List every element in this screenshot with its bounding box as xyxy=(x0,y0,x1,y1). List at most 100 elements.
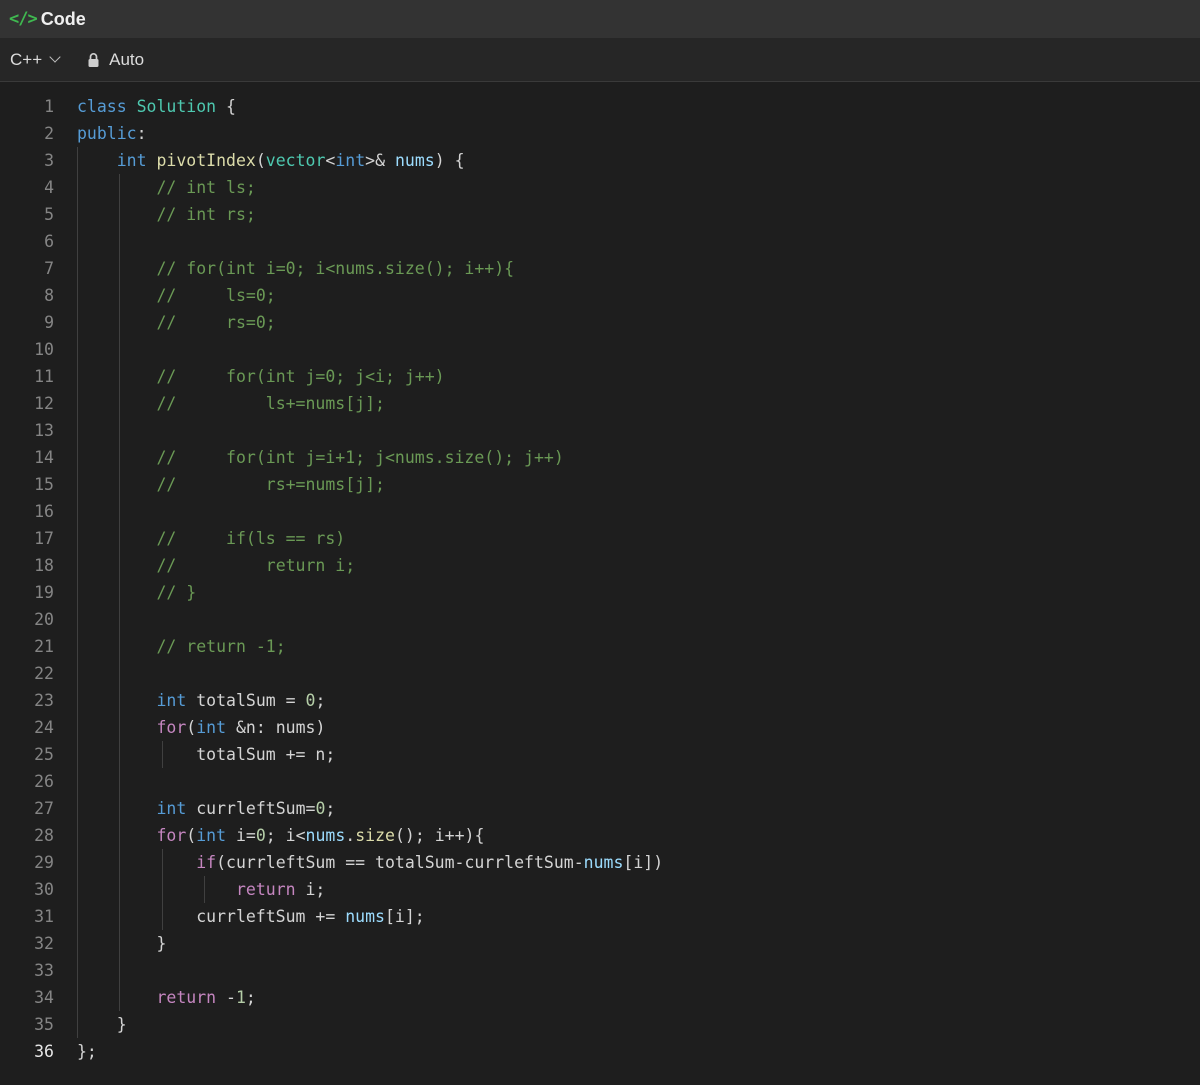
code-token: nums xyxy=(345,907,385,926)
code-line[interactable]: 17 // if(ls == rs) xyxy=(0,525,1200,552)
code-token: ) { xyxy=(434,151,465,170)
line-number: 19 xyxy=(34,583,54,602)
code-line[interactable]: 16 xyxy=(0,498,1200,525)
code-token: // } xyxy=(156,583,197,602)
code-line[interactable]: 8 // ls=0; xyxy=(0,282,1200,309)
code-line[interactable]: 29 if(currleftSum == totalSum-currleftSu… xyxy=(0,849,1200,876)
code-text: } xyxy=(77,930,166,957)
code-line[interactable]: 14 // for(int j=i+1; j<nums.size(); j++) xyxy=(0,444,1200,471)
code-text: public: xyxy=(77,120,147,147)
code-line[interactable]: 7 // for(int i=0; i<nums.size(); i++){ xyxy=(0,255,1200,282)
code-line[interactable]: 32 } xyxy=(0,930,1200,957)
code-line[interactable]: 21 // return -1; xyxy=(0,633,1200,660)
code-line[interactable]: 10 xyxy=(0,336,1200,363)
line-number: 30 xyxy=(34,880,54,899)
line-number: 14 xyxy=(34,448,54,467)
code-line[interactable]: 1 class Solution { xyxy=(0,93,1200,120)
code-line[interactable]: 26 xyxy=(0,768,1200,795)
line-number: 17 xyxy=(34,529,54,548)
code-token: currleftSum += xyxy=(77,907,346,926)
code-token: - xyxy=(216,988,236,1007)
code-token: 1 xyxy=(235,988,246,1007)
code-token: for xyxy=(156,826,187,845)
code-line[interactable]: 34 return -1; xyxy=(0,984,1200,1011)
code-line[interactable]: 33 xyxy=(0,957,1200,984)
code-line[interactable]: 13 xyxy=(0,417,1200,444)
code-text: // for(int j=0; j<i; j++) xyxy=(77,363,444,390)
code-token: [i]; xyxy=(384,907,425,926)
code-line[interactable]: 27 int currleftSum=0; xyxy=(0,795,1200,822)
code-token: class xyxy=(77,97,127,116)
code-line[interactable]: 9 // rs=0; xyxy=(0,309,1200,336)
code-text: // ls+=nums[j]; xyxy=(77,390,384,417)
code-line[interactable]: 6 xyxy=(0,228,1200,255)
code-token: (currleftSum == totalSum-currleftSum- xyxy=(216,853,584,872)
code-token: for xyxy=(156,718,187,737)
code-line[interactable]: 31 currleftSum += nums[i]; xyxy=(0,903,1200,930)
code-text: // return -1; xyxy=(77,633,285,660)
code-line[interactable]: 36}; xyxy=(0,1038,1200,1065)
code-token: vector xyxy=(265,151,326,170)
code-text: // rs+=nums[j]; xyxy=(77,471,384,498)
code-text: } xyxy=(77,1011,127,1038)
auto-mode-toggle[interactable]: Auto xyxy=(87,50,144,70)
code-token: // int rs; xyxy=(156,205,256,224)
code-token: ; xyxy=(245,988,256,1007)
code-line[interactable]: 35 } xyxy=(0,1011,1200,1038)
language-label: C++ xyxy=(10,49,43,69)
code-text: for(int &n: nums) xyxy=(77,714,325,741)
code-token: int xyxy=(156,799,187,818)
line-number: 26 xyxy=(34,772,54,791)
code-token: ( xyxy=(186,826,197,845)
code-line[interactable]: 15 // rs+=nums[j]; xyxy=(0,471,1200,498)
code-line[interactable]: 5 // int rs; xyxy=(0,201,1200,228)
line-number: 23 xyxy=(34,691,54,710)
code-line[interactable]: 11 // for(int j=0; j<i; j++) xyxy=(0,363,1200,390)
line-number: 29 xyxy=(34,853,54,872)
code-line[interactable]: 28 for(int i=0; i<nums.size(); i++){ xyxy=(0,822,1200,849)
code-line[interactable]: 25 totalSum += n; xyxy=(0,741,1200,768)
indent-guide xyxy=(161,849,163,930)
code-line[interactable]: 24 for(int &n: nums) xyxy=(0,714,1200,741)
code-token: ; i< xyxy=(265,826,306,845)
code-line[interactable]: 30 return i; xyxy=(0,876,1200,903)
code-token: // ls=0; xyxy=(156,286,276,305)
code-token: nums xyxy=(305,826,346,845)
code-line[interactable]: 2 public: xyxy=(0,120,1200,147)
code-token: int xyxy=(196,826,227,845)
code-text: totalSum += n; xyxy=(77,741,335,768)
code-line[interactable]: 20 xyxy=(0,606,1200,633)
code-text: for(int i=0; i<nums.size(); i++){ xyxy=(77,822,484,849)
code-text: currleftSum += nums[i]; xyxy=(77,903,425,930)
line-number: 7 xyxy=(44,259,54,278)
code-token: { xyxy=(216,97,236,116)
code-text: return -1; xyxy=(77,984,256,1011)
code-token: totalSum = xyxy=(186,691,306,710)
code-line[interactable]: 23 int totalSum = 0; xyxy=(0,687,1200,714)
code-editor[interactable]: 1 class Solution {2 public: 3 int pivotInde… xyxy=(0,83,1200,1085)
code-line[interactable]: 18 // return i; xyxy=(0,552,1200,579)
indent-guide xyxy=(161,741,163,768)
line-number: 4 xyxy=(44,178,54,197)
line-number: 11 xyxy=(34,367,54,386)
code-line[interactable]: 3 int pivotIndex(vector<int>& nums) { xyxy=(0,147,1200,174)
code-line[interactable]: 12 // ls+=nums[j]; xyxy=(0,390,1200,417)
code-token: currleftSum= xyxy=(186,799,316,818)
code-line[interactable]: 22 xyxy=(0,660,1200,687)
line-number: 22 xyxy=(34,664,54,683)
code-line[interactable]: 4 // int ls; xyxy=(0,174,1200,201)
code-line[interactable]: 19 // } xyxy=(0,579,1200,606)
code-token: // int ls; xyxy=(156,178,256,197)
code-token: }; xyxy=(77,1042,97,1061)
code-token: } xyxy=(77,1015,127,1034)
language-select[interactable]: C++ xyxy=(10,49,61,70)
code-token: // for(int i=0; i<nums.size(); i++){ xyxy=(156,259,515,278)
